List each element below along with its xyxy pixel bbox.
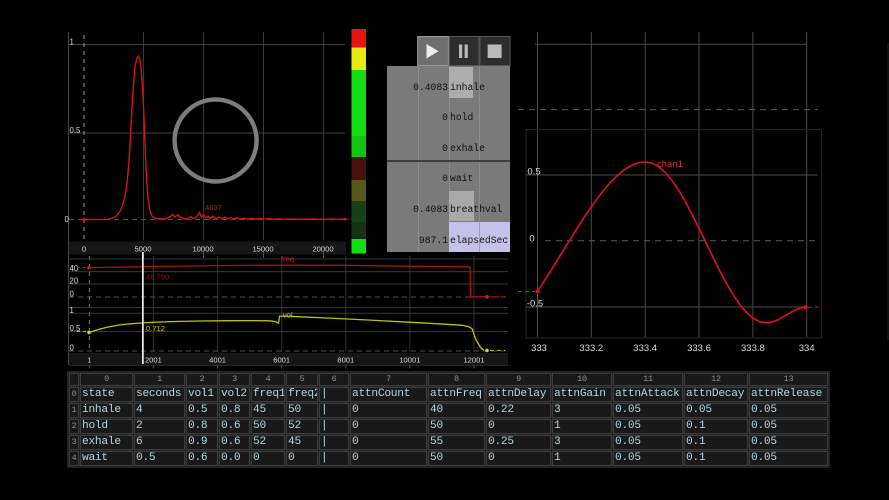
svg-text:4637: 4637 [205,203,222,212]
svg-text:10001: 10001 [399,356,420,365]
svg-text:freq: freq [281,255,294,264]
svg-text:6001: 6001 [273,356,290,365]
svg-text:0: 0 [70,344,75,353]
svg-text:vol: vol [283,311,293,320]
svg-text:20: 20 [70,277,79,286]
svg-text:0.5: 0.5 [527,167,540,178]
svg-text:1: 1 [87,356,91,365]
svg-text:0.712: 0.712 [146,324,165,333]
svg-text:333.6: 333.6 [687,343,711,354]
svg-text:20000: 20000 [312,245,333,254]
svg-text:0: 0 [529,234,534,245]
svg-text:10000: 10000 [192,245,213,254]
svg-text:1: 1 [70,306,74,315]
svg-text:12001: 12001 [463,356,484,365]
svg-text:333.4: 333.4 [633,343,657,354]
svg-text:4001: 4001 [209,356,226,365]
svg-text:334: 334 [799,343,815,354]
svg-text:1: 1 [70,38,74,47]
svg-text:-0.5: -0.5 [527,299,543,310]
svg-text:333: 333 [531,343,547,354]
svg-text:333.2: 333.2 [579,343,603,354]
svg-text:8001: 8001 [337,356,354,365]
svg-text:15000: 15000 [252,245,273,254]
svg-text:0: 0 [82,245,86,254]
svg-text:0: 0 [70,290,75,299]
svg-text:40: 40 [70,264,79,273]
svg-text:0: 0 [65,215,70,224]
svg-text:2001: 2001 [145,356,162,365]
svg-text:0.5: 0.5 [70,126,82,135]
svg-text:333.8: 333.8 [741,343,765,354]
svg-text:46.790: 46.790 [146,273,169,282]
svg-text:chan1: chan1 [657,159,683,170]
